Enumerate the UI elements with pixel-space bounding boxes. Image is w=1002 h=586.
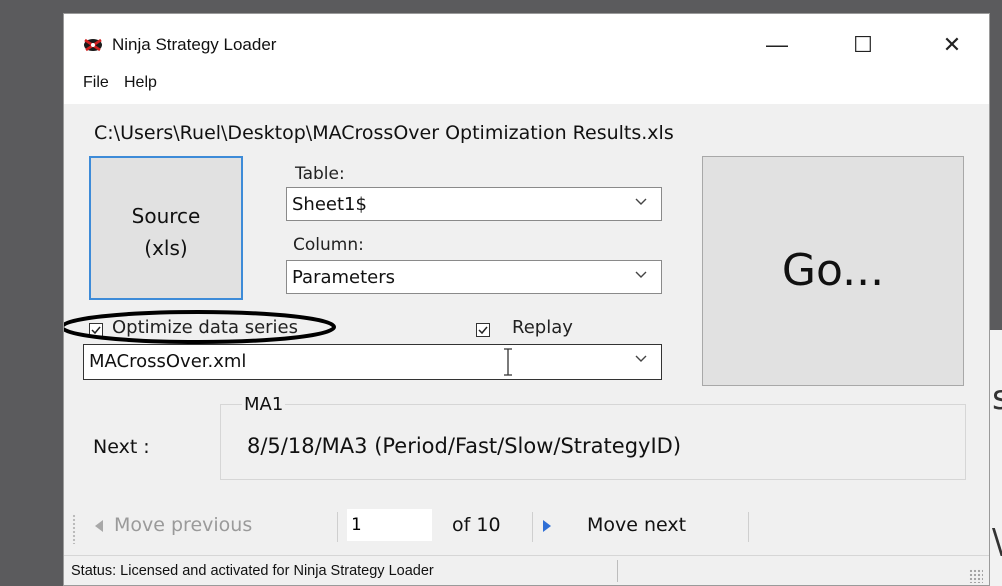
next-parameter-value: 8/5/18/MA3 (Period/Fast/Slow/StrategyID) [247,434,682,458]
chevron-down-icon [635,355,647,362]
toolbar-separator [532,512,533,542]
navigation-toolbar: Move previous 1 of 10 Move next [64,506,989,552]
text-cursor-icon [504,348,512,376]
replay-checkbox[interactable] [476,323,490,337]
desktop-text-fragment: \ [992,522,1002,562]
page-number-input[interactable]: 1 [347,509,432,541]
column-select-value: Parameters [292,267,396,288]
chevron-down-icon [635,198,647,205]
toolbar-grip[interactable] [72,514,76,544]
source-xls-button[interactable]: Source (xls) [89,156,243,300]
go-button-label: Go... [781,245,885,296]
maximize-button[interactable]: ☐ [840,28,886,62]
toolbar-separator [748,512,749,542]
title-bar[interactable]: Ninja Strategy Loader — ☐ ✕ [64,14,989,72]
desktop-background: s \ [990,330,1002,586]
menu-help[interactable]: Help [124,74,157,92]
source-button-label: Source [131,204,201,228]
window-title: Ninja Strategy Loader [112,35,277,54]
toolbar-separator [337,512,338,542]
move-next-button[interactable]: Move next [587,514,686,536]
triangle-left-icon [95,520,103,532]
ninja-star-icon [84,38,102,52]
table-select[interactable]: Sheet1$ [286,187,662,221]
menu-file[interactable]: File [83,74,109,92]
table-label: Table: [295,164,345,184]
parameter-group-legend: MA1 [242,394,286,415]
triangle-right-icon [543,520,551,532]
page-count-label: of 10 [452,514,501,536]
replay-label[interactable]: Replay [512,317,573,338]
annotation-ellipse [64,310,336,344]
status-bar: Status: Licensed and activated for Ninja… [64,555,989,585]
resize-grip[interactable] [969,569,983,583]
strategy-file-select[interactable]: MACrossOver.xml [83,344,662,380]
status-separator [617,560,618,582]
source-file-path: C:\Users\Ruel\Desktop\MACrossOver Optimi… [94,122,674,144]
move-previous-button[interactable]: Move previous [114,514,252,536]
go-button[interactable]: Go... [702,156,964,386]
table-select-value: Sheet1$ [292,194,367,215]
checkmark-icon [478,326,488,335]
column-label: Column: [293,235,364,255]
status-text: Status: Licensed and activated for Ninja… [71,563,434,579]
minimize-button[interactable]: — [754,28,800,62]
app-window: Ninja Strategy Loader — ☐ ✕ File Help C:… [63,13,990,586]
column-select[interactable]: Parameters [286,260,662,294]
source-button-sublabel: (xls) [144,236,188,260]
close-button[interactable]: ✕ [929,28,975,62]
menu-bar: File Help [64,72,989,104]
next-label: Next : [93,436,150,458]
strategy-file-value: MACrossOver.xml [89,351,247,372]
desktop-text-fragment: s [992,378,1002,418]
chevron-down-icon [635,271,647,278]
page-number-value: 1 [351,515,362,535]
